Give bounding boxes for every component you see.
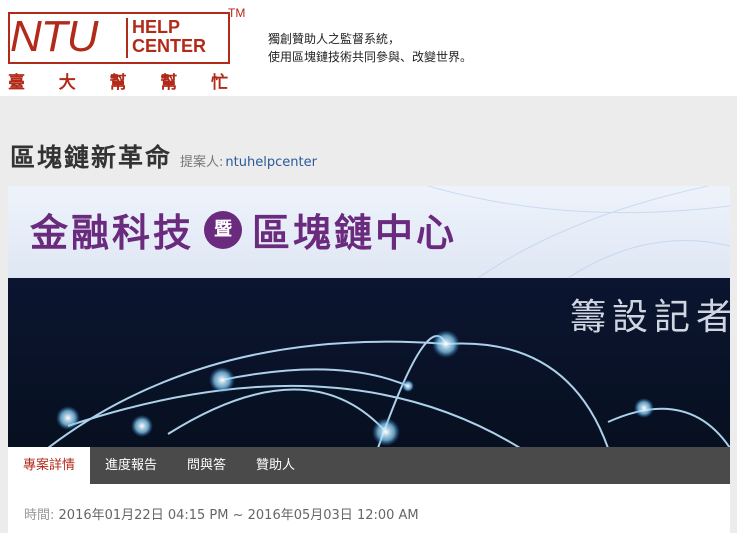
site-slogan: 獨創贊助人之監督系統， 使用區塊鏈技術共同參與、改變世界。 — [268, 30, 472, 66]
banner-headline: 金融科技 暨 區塊鏈中心 — [30, 202, 457, 257]
project-tabs: 專案詳情 進度報告 問與答 贊助人 — [8, 447, 730, 484]
banner-badge: 暨 — [204, 210, 243, 249]
logo-char: 大 — [58, 73, 78, 93]
site-header: NTU HELP CENTER TM 臺 大 幫 幫 忙 獨創贊助人之監督系統，… — [0, 0, 737, 96]
banner-subtitle: 籌設記者 — [570, 297, 730, 338]
time-row: 時間: 2016年01月22日 04:15 PM ~ 2016年05月03日 1… — [24, 504, 419, 523]
page-title: 區塊鏈新革命 — [10, 143, 173, 172]
logo-ntu-text: NTU — [10, 12, 98, 61]
time-value: 2016年01月22日 04:15 PM ~ 2016年05月03日 12:00… — [58, 508, 419, 523]
time-label: 時間: — [24, 508, 55, 523]
slogan-line-1: 獨創贊助人之監督系統， — [268, 32, 401, 46]
logo-char: 幫 — [109, 73, 129, 93]
logo-char: 忙 — [211, 73, 230, 93]
logo-help-center: HELP CENTER — [126, 18, 222, 58]
banner-headline-left: 金融科技 — [30, 211, 195, 255]
proposer-label: 提案人: — [180, 155, 224, 170]
logo-help-text: HELP — [132, 17, 181, 37]
tab-project-details[interactable]: 專案詳情 — [8, 447, 91, 484]
logo-trademark: TM — [228, 6, 246, 20]
proposer-link[interactable]: ntuhelpcenter — [225, 155, 317, 170]
tab-qa[interactable]: 問與答 — [172, 447, 241, 484]
banner-headline-right: 區塊鏈中心 — [252, 211, 458, 255]
logo-char: 臺 — [8, 73, 27, 93]
tab-sponsors[interactable]: 贊助人 — [241, 447, 310, 484]
logo-char: 幫 — [160, 73, 180, 93]
slogan-line-2: 使用區塊鏈技術共同參與、改變世界。 — [268, 50, 473, 64]
project-banner-image: 金融科技 暨 區塊鏈中心 籌設記者 — [8, 186, 730, 448]
tab-progress-report[interactable]: 進度報告 — [90, 447, 172, 484]
logo-chinese-name: 臺 大 幫 幫 忙 — [8, 68, 230, 93]
project-details-panel: 時間: 2016年01月22日 04:15 PM ~ 2016年05月03日 1… — [8, 484, 730, 533]
logo-center-text: CENTER — [132, 36, 207, 56]
project-title-area: 區塊鏈新革命 提案人: ntuhelpcenter — [10, 138, 317, 174]
